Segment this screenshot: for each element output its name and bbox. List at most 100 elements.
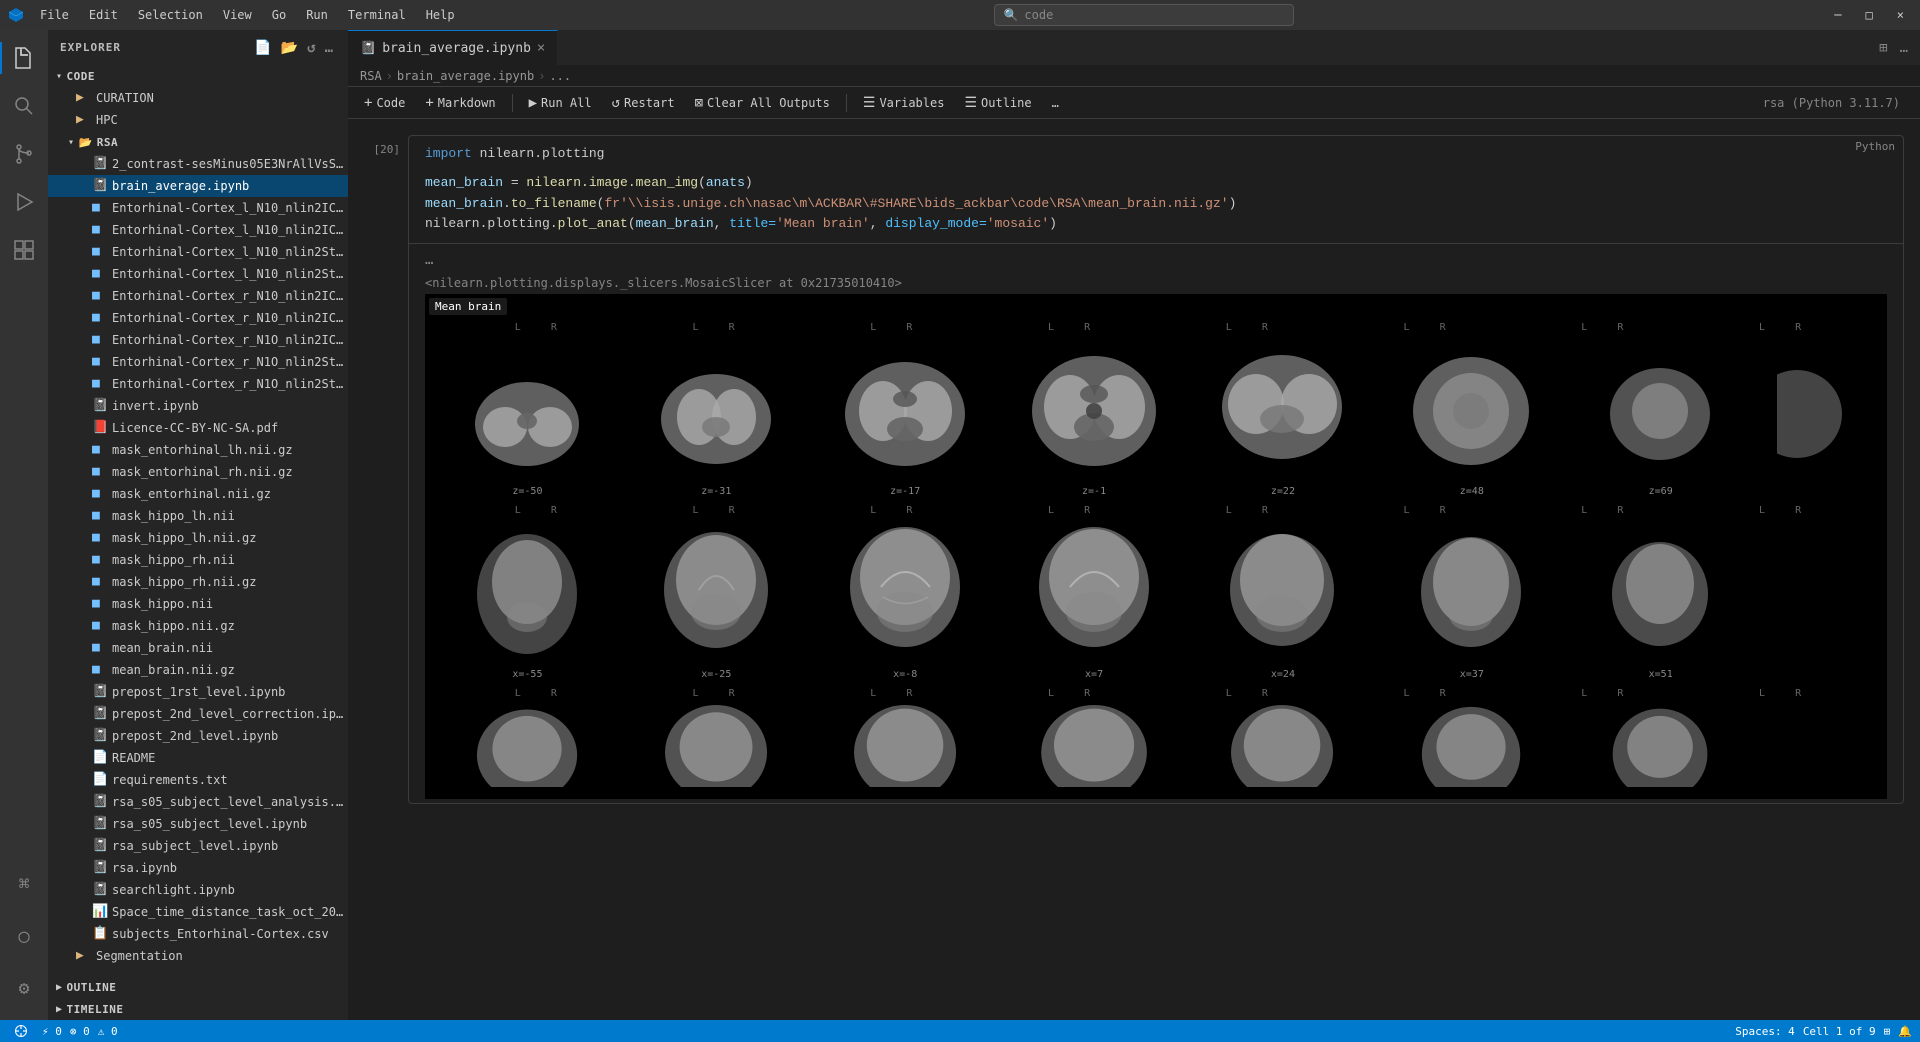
settings-icon[interactable]: ⚙ bbox=[0, 964, 48, 1012]
add-markdown-button[interactable]: + Markdown bbox=[417, 91, 503, 115]
dots-icon[interactable]: … bbox=[425, 252, 433, 268]
sidebar-item-rsa[interactable]: ▾ 📂 RSA bbox=[48, 131, 348, 153]
tab-brain-average[interactable]: 📓 brain_average.ipynb × bbox=[348, 30, 558, 65]
file-mask-entorhinal[interactable]: ■ mask_entorhinal.nii.gz bbox=[48, 483, 348, 505]
outline-label: OUTLINE bbox=[67, 981, 117, 994]
file-space-time[interactable]: 📊 Space_time_distance_task_oct_2020.xlsx bbox=[48, 901, 348, 923]
sidebar: EXPLORER 📄 📂 ↺ … ▾ CODE ▶ CURATION ▶ H bbox=[48, 30, 348, 1020]
add-code-button[interactable]: + Code bbox=[356, 91, 413, 115]
collapse-icon[interactable]: … bbox=[323, 38, 336, 58]
spaces-indicator[interactable]: Spaces: 4 bbox=[1735, 1025, 1795, 1038]
source-control-icon[interactable] bbox=[0, 130, 48, 178]
file-2contrast[interactable]: 📓 2_contrast-sesMinus05E3NrAllVsSesMinus… bbox=[48, 153, 348, 175]
file-entorhinal-r-std-1[interactable]: ■ Entorhinal-Cortex_r_N1O_nlin2Stdcolin2… bbox=[48, 351, 348, 373]
file-searchlight[interactable]: 📓 searchlight.ipynb bbox=[48, 879, 348, 901]
info-count[interactable]: ⚠ 0 bbox=[98, 1025, 118, 1038]
run-debug-icon[interactable] bbox=[0, 178, 48, 226]
file-entorhinal-r-icbm-1[interactable]: ■ Entorhinal-Cortex_r_N10_nlin2ICBM152as… bbox=[48, 285, 348, 307]
file-prepost-2nd-correction[interactable]: 📓 prepost_2nd_level_correction.ipynb bbox=[48, 703, 348, 725]
restart-button[interactable]: ↺ Restart bbox=[604, 91, 683, 115]
sidebar-item-curation[interactable]: ▶ CURATION bbox=[48, 87, 348, 109]
more-button[interactable]: … bbox=[1044, 91, 1067, 115]
new-folder-icon[interactable]: 📂 bbox=[279, 38, 301, 58]
search-bar[interactable]: 🔍 code bbox=[994, 4, 1294, 26]
remote-icon[interactable]: ⌘ bbox=[0, 860, 48, 908]
file-entorhinal-r-std-2[interactable]: ■ Entorhinal-Cortex_r_N1O_nlin2Stdcolin2… bbox=[48, 373, 348, 395]
section-timeline[interactable]: ▶ TIMELINE bbox=[48, 998, 348, 1020]
refresh-icon[interactable]: ↺ bbox=[305, 38, 318, 58]
file-mask-hippo-rh[interactable]: ■ mask_hippo_rh.nii bbox=[48, 549, 348, 571]
file-mask-entorhinal-lh[interactable]: ■ mask_entorhinal_lh.nii.gz bbox=[48, 439, 348, 461]
menu-run[interactable]: Run bbox=[298, 6, 336, 24]
menu-help[interactable]: Help bbox=[418, 6, 463, 24]
split-editor-icon[interactable]: ⊞ bbox=[1875, 38, 1891, 58]
clear-outputs-button[interactable]: ⊠ Clear All Outputs bbox=[687, 91, 838, 115]
tab-close-icon[interactable]: × bbox=[537, 40, 545, 56]
file-requirements[interactable]: 📄 requirements.txt bbox=[48, 769, 348, 791]
file-rsa-s05[interactable]: 📓 rsa_s05_subject_level.ipynb bbox=[48, 813, 348, 835]
file-rsa[interactable]: 📓 rsa.ipynb bbox=[48, 857, 348, 879]
breadcrumb-file[interactable]: brain_average.ipynb bbox=[397, 69, 534, 83]
file-mask-hippo-lh-gz[interactable]: ■ mask_hippo_lh.nii.gz bbox=[48, 527, 348, 549]
notification-icon[interactable]: 🔔 bbox=[1898, 1025, 1912, 1038]
menu-go[interactable]: Go bbox=[264, 6, 294, 24]
file-label: Entorhinal-Cortex_r_N1O_nlin2Stdcolin27_… bbox=[112, 377, 348, 391]
file-prepost-1rst[interactable]: 📓 prepost_1rst_level.ipynb bbox=[48, 681, 348, 703]
menu-selection[interactable]: Selection bbox=[130, 6, 211, 24]
explorer-icon[interactable] bbox=[0, 34, 48, 82]
cell-position[interactable]: Cell 1 of 9 bbox=[1803, 1025, 1876, 1038]
extensions-icon[interactable] bbox=[0, 226, 48, 274]
file-readme[interactable]: 📄 README bbox=[48, 747, 348, 769]
file-entorhinal-l-icbm-2[interactable]: ■ Entorhinal-Cortex_l_N10_nlin2ICBM152as… bbox=[48, 219, 348, 241]
file-licence[interactable]: 📕 Licence-CC-BY-NC-SA.pdf bbox=[48, 417, 348, 439]
file-prepost-2nd[interactable]: 📓 prepost_2nd_level.ipynb bbox=[48, 725, 348, 747]
file-rsa-subject[interactable]: 📓 rsa_subject_level.ipynb bbox=[48, 835, 348, 857]
code-editor[interactable]: import nilearn.plotting mean_brain = nil… bbox=[409, 136, 1903, 243]
file-entorhinal-l-icbm-1[interactable]: ■ Entorhinal-Cortex_l_N10_nlin2ICBM152as… bbox=[48, 197, 348, 219]
search-activity-icon[interactable] bbox=[0, 82, 48, 130]
file-entorhinal-r-icbm-3[interactable]: ■ Entorhinal-Cortex_r_N1O_nlin2ICBMl52as… bbox=[48, 329, 348, 351]
file-label: Space_time_distance_task_oct_2020.xlsx bbox=[112, 905, 348, 919]
accounts-icon[interactable]: ◯ bbox=[0, 912, 48, 960]
menu-view[interactable]: View bbox=[215, 6, 260, 24]
breadcrumb-rsa[interactable]: RSA bbox=[360, 69, 382, 83]
section-code[interactable]: ▾ CODE bbox=[48, 65, 348, 87]
sagittal-slice-4: x=7 bbox=[1022, 522, 1167, 680]
output-toggle[interactable]: … bbox=[425, 248, 1887, 272]
file-mean-brain[interactable]: ■ mean_brain.nii bbox=[48, 637, 348, 659]
file-mask-hippo[interactable]: ■ mask_hippo.nii bbox=[48, 593, 348, 615]
nii-icon: ■ bbox=[92, 222, 108, 238]
outline-button[interactable]: ☰ Outline bbox=[956, 91, 1039, 115]
file-entorhinal-l-std-2[interactable]: ■ Entorhinal-Cortex_l_N10_nlin2Stdcolin2… bbox=[48, 263, 348, 285]
breadcrumb-more[interactable]: ... bbox=[549, 69, 571, 83]
file-mask-hippo-lh[interactable]: ■ mask_hippo_lh.nii bbox=[48, 505, 348, 527]
menu-file[interactable]: File bbox=[32, 6, 77, 24]
file-brain-average[interactable]: 📓 brain_average.ipynb bbox=[48, 175, 348, 197]
file-mask-hippo-gz[interactable]: ■ mask_hippo.nii.gz bbox=[48, 615, 348, 637]
new-file-icon[interactable]: 📄 bbox=[252, 38, 274, 58]
file-subjects-csv[interactable]: 📋 subjects_Entorhinal-Cortex.csv bbox=[48, 923, 348, 945]
sidebar-item-hpc[interactable]: ▶ HPC bbox=[48, 109, 348, 131]
file-entorhinal-l-std-1[interactable]: ■ Entorhinal-Cortex_l_N10_nlin2Stdcolin2… bbox=[48, 241, 348, 263]
remote-status[interactable] bbox=[8, 1020, 34, 1042]
menu-edit[interactable]: Edit bbox=[81, 6, 126, 24]
file-rsa-s05-analysis[interactable]: 📓 rsa_s05_subject_level_analysis.ipynb bbox=[48, 791, 348, 813]
error-count[interactable]: ⚡ 0 bbox=[42, 1025, 62, 1038]
file-mask-entorhinal-rh[interactable]: ■ mask_entorhinal_rh.nii.gz bbox=[48, 461, 348, 483]
file-invert[interactable]: 📓 invert.ipynb bbox=[48, 395, 348, 417]
file-entorhinal-r-icbm-2[interactable]: ■ Entorhinal-Cortex_r_N10_nlin2ICBM152as… bbox=[48, 307, 348, 329]
minimize-button[interactable]: ─ bbox=[1826, 6, 1849, 24]
menu-terminal[interactable]: Terminal bbox=[340, 6, 414, 24]
file-mean-brain-gz[interactable]: ■ mean_brain.nii.gz bbox=[48, 659, 348, 681]
section-outline[interactable]: ▶ OUTLINE bbox=[48, 976, 348, 998]
layout-icon[interactable]: ⊞ bbox=[1884, 1025, 1891, 1038]
more-actions-icon[interactable]: … bbox=[1896, 38, 1912, 58]
variables-button[interactable]: ☰ Variables bbox=[855, 91, 953, 115]
file-mask-hippo-rh-gz[interactable]: ■ mask_hippo_rh.nii.gz bbox=[48, 571, 348, 593]
run-all-button[interactable]: ▶ Run All bbox=[521, 91, 600, 115]
maximize-button[interactable]: □ bbox=[1858, 6, 1881, 24]
sidebar-item-segmentation[interactable]: ▶ Segmentation bbox=[48, 945, 348, 967]
warning-count[interactable]: ⊗ 0 bbox=[70, 1025, 90, 1038]
close-button[interactable]: × bbox=[1889, 6, 1912, 24]
file-label: mask_entorhinal_rh.nii.gz bbox=[112, 465, 348, 479]
